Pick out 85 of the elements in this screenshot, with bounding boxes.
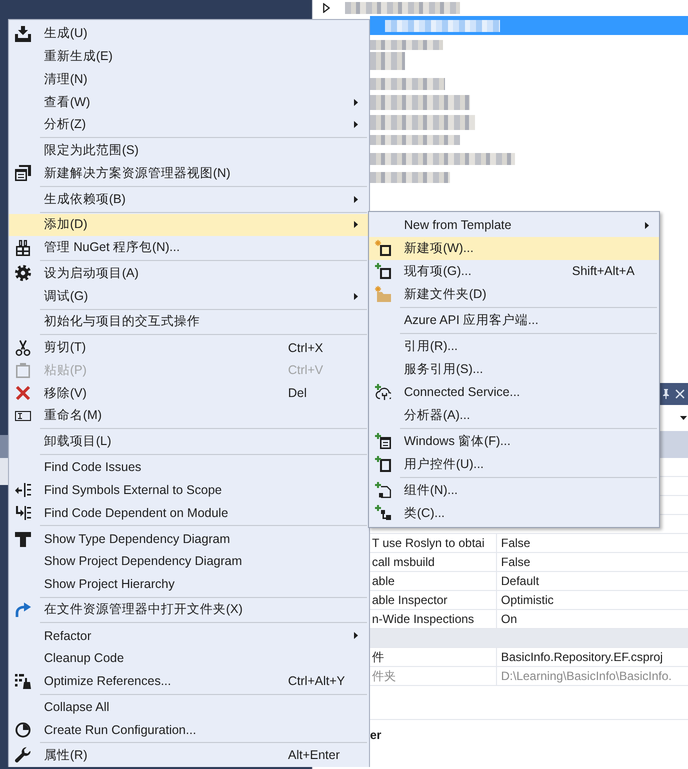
add-item-icon: [374, 263, 390, 279]
menu-item[interactable]: 新建解决方案资源管理器视图(N): [9, 162, 369, 185]
property-value[interactable]: Optimistic: [497, 591, 688, 609]
menu-item[interactable]: 剪切(T) Ctrl+X: [9, 336, 369, 359]
new-folder-icon: [374, 286, 390, 302]
shortcut-text: Ctrl+Alt+Y: [288, 674, 345, 688]
clipboard-icon: [14, 362, 30, 378]
menu-item[interactable]: Windows 窗体(F)...: [369, 430, 659, 452]
menu-item[interactable]: 生成依赖项(B): [9, 188, 369, 210]
shortcut-text: Del: [288, 386, 307, 400]
menu-item[interactable]: 初始化与项目的交互式操作: [9, 310, 369, 334]
pie-chart-icon: [14, 722, 30, 738]
new-item-icon: [374, 240, 390, 256]
menu-item[interactable]: 管理 NuGet 程序包(N)...: [9, 236, 369, 259]
cross-icon: [14, 385, 30, 402]
shortcut-text: Ctrl+V: [288, 363, 324, 378]
menu-item[interactable]: 重新生成(E): [9, 45, 369, 68]
menu-item[interactable]: 引用(R)...: [369, 334, 659, 358]
shortcut-text: Ctrl+X: [288, 340, 324, 355]
menu-item[interactable]: Collapse All: [9, 696, 369, 718]
shortcut-text: Shift+Alt+A: [572, 264, 635, 278]
cloud-plug-icon: [374, 384, 390, 400]
description-title: er: [370, 728, 382, 742]
wrench-icon: [14, 747, 30, 764]
menu-item[interactable]: 类(C)...: [369, 502, 659, 524]
list-broom-icon: [14, 673, 30, 690]
menu-item[interactable]: 组件(N)...: [369, 478, 659, 502]
menu-item[interactable]: Connected Service...: [369, 380, 659, 404]
menu-item[interactable]: Azure API 应用客户端...: [369, 308, 659, 332]
add-form-icon: [374, 433, 390, 449]
menu-item[interactable]: Create Run Configuration...: [9, 718, 369, 741]
menu-item[interactable]: 移除(V) Del: [9, 382, 369, 404]
add-class-icon: [374, 505, 390, 521]
menu-item[interactable]: 限定为此范围(S): [9, 139, 369, 162]
menu-item[interactable]: 现有项(G)... Shift+Alt+A: [369, 260, 659, 282]
menu-item[interactable]: 用户控件(U)...: [369, 452, 659, 476]
menu-item[interactable]: Show Type Dependency Diagram: [9, 527, 369, 550]
scissors-icon: [14, 340, 30, 356]
menu-item[interactable]: 调试(G): [9, 284, 369, 308]
menu-item[interactable]: 分析(Z): [9, 114, 369, 136]
menu-item[interactable]: 重命名(M): [9, 404, 369, 428]
menu-item[interactable]: Show Project Dependency Diagram: [9, 550, 369, 573]
menu-item[interactable]: 新建项(W)...: [369, 236, 659, 260]
menu-item[interactable]: Show Project Hierarchy: [9, 572, 369, 596]
menu-item[interactable]: 新建文件夹(D): [369, 282, 659, 306]
menu-item[interactable]: Refactor: [9, 624, 369, 647]
property-value[interactable]: On: [497, 610, 688, 628]
redo-arrow-icon: [14, 602, 30, 618]
menu-item[interactable]: Optimize References... Ctrl+Alt+Y: [9, 670, 369, 692]
panel-edge: [0, 435, 8, 485]
arrow-list-icon: [14, 504, 30, 521]
property-value[interactable]: False: [497, 553, 688, 571]
type-t-icon: [14, 530, 30, 547]
menu-item[interactable]: Find Code Dependent on Module: [9, 502, 369, 524]
menu-item[interactable]: Find Code Issues: [9, 456, 369, 479]
gear-icon: [14, 265, 30, 282]
menu-item[interactable]: New from Template: [369, 214, 659, 236]
menu-item[interactable]: Find Symbols External to Scope: [9, 478, 369, 502]
dropdown-caret-icon[interactable]: [680, 416, 687, 420]
menu-item[interactable]: 分析器(A)...: [369, 404, 659, 426]
expand-arrow-icon[interactable]: [323, 3, 330, 13]
add-component-icon: [374, 482, 390, 498]
property-value[interactable]: BasicInfo.Repository.EF.csproj: [497, 648, 688, 666]
menu-item[interactable]: 服务引用(S)...: [369, 358, 659, 380]
property-value[interactable]: False: [497, 534, 688, 552]
arrow-list-icon: [14, 482, 30, 498]
menu-item[interactable]: Cleanup Code: [9, 647, 369, 670]
pixelated-text-drawing: [370, 52, 405, 70]
package-icon: [14, 240, 30, 256]
menu-item[interactable]: 卸载项目(L): [9, 430, 369, 453]
menu-item[interactable]: 生成(U): [9, 22, 369, 46]
pin-icon[interactable]: [661, 389, 671, 399]
add-control-icon: [374, 456, 390, 472]
build-tray-icon: [14, 26, 30, 42]
menu-item[interactable]: 属性(R) Alt+Enter: [9, 744, 369, 767]
shortcut-text: Alt+Enter: [288, 748, 340, 762]
windows-icon: [14, 165, 30, 182]
menu-item[interactable]: 添加(D): [9, 214, 369, 236]
property-value[interactable]: Default: [497, 572, 688, 590]
close-icon[interactable]: [675, 389, 685, 399]
menu-item[interactable]: 在文件资源管理器中打开文件夹(X): [9, 598, 369, 622]
menu-item[interactable]: 清理(N): [9, 68, 369, 91]
selected-tree-row[interactable]: [370, 16, 688, 35]
menu-item[interactable]: 查看(W): [9, 90, 369, 114]
menu-item[interactable]: 设为启动项目(A): [9, 262, 369, 285]
